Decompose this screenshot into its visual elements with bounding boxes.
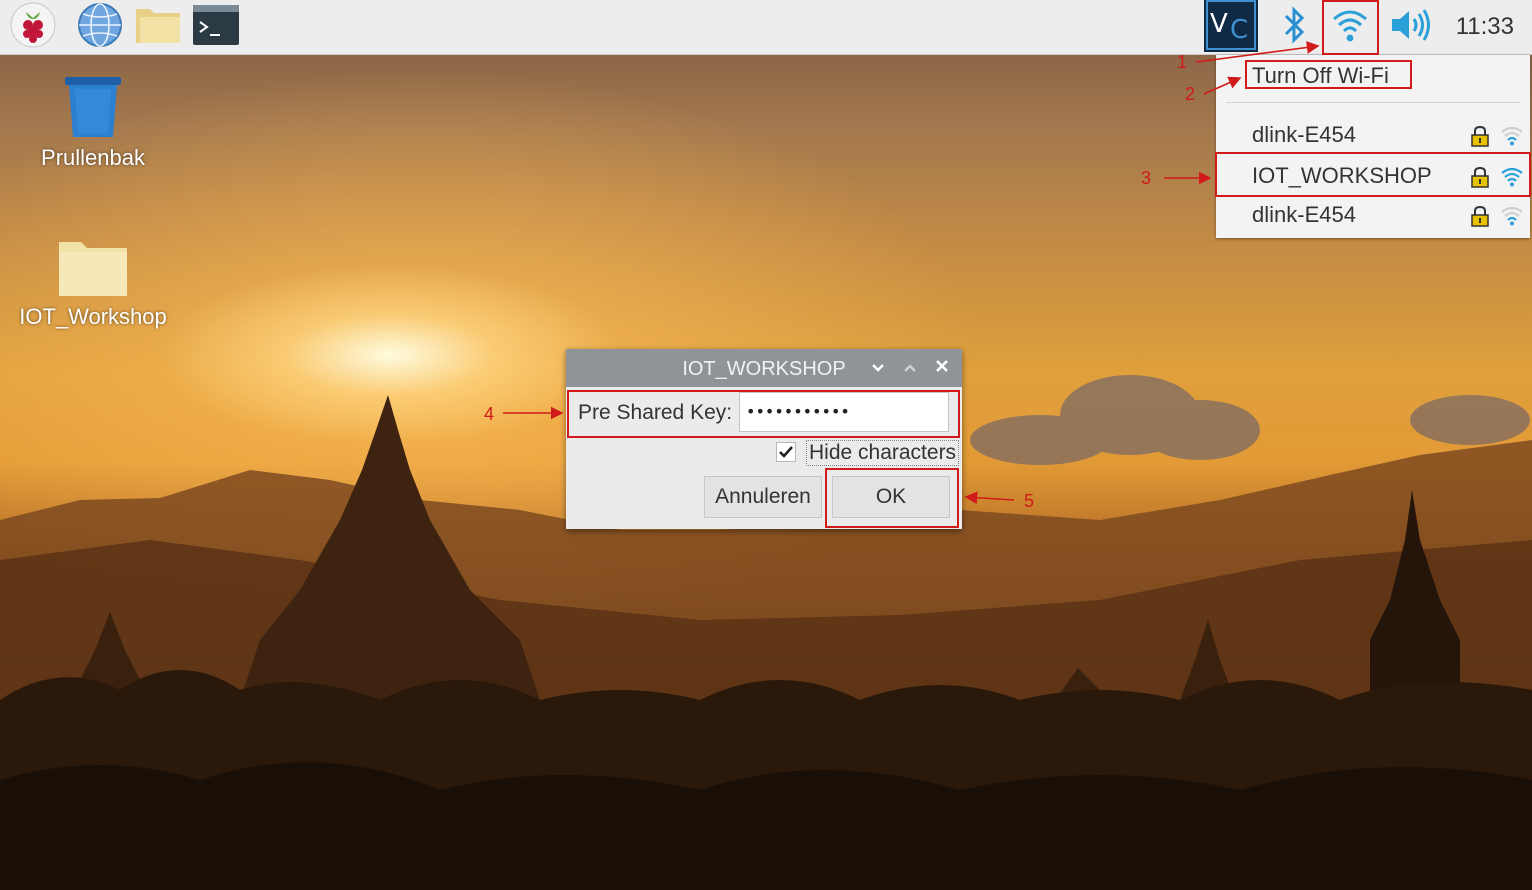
- network-item-dlink-2[interactable]: dlink-E454: [1216, 195, 1530, 233]
- vnc-icon: V C: [1204, 0, 1258, 57]
- web-browser-button[interactable]: [75, 2, 125, 53]
- maximize-chevron-icon[interactable]: [900, 358, 920, 378]
- annotation-box-wifi-tray: [1322, 0, 1379, 55]
- cancel-button[interactable]: Annuleren: [704, 476, 822, 518]
- svg-text:C: C: [1230, 15, 1248, 45]
- annotation-box-ok: [825, 468, 959, 528]
- lock-icon: [1470, 205, 1490, 232]
- panel-clock[interactable]: 11:33: [1456, 13, 1514, 41]
- volume-icon: [1389, 7, 1433, 48]
- vnc-button[interactable]: V C: [1204, 0, 1258, 54]
- folder-icon: [57, 236, 129, 298]
- bluetooth-button[interactable]: [1270, 3, 1320, 51]
- trash-icon: [61, 75, 125, 139]
- file-manager-button[interactable]: [133, 3, 183, 51]
- bluetooth-icon: [1282, 5, 1308, 50]
- hide-characters-checkbox[interactable]: [776, 442, 796, 462]
- svg-text:V: V: [1210, 9, 1228, 39]
- dialog-titlebar[interactable]: IOT_WORKSHOP: [566, 349, 962, 387]
- close-icon[interactable]: [932, 358, 952, 378]
- lock-icon: [1470, 125, 1490, 152]
- volume-button[interactable]: [1386, 3, 1436, 51]
- annotation-number: 5: [1024, 491, 1035, 511]
- raspberry-menu-icon: [10, 2, 56, 53]
- weak-signal-icon: [1500, 204, 1524, 231]
- desktop-icon-folder[interactable]: IOT_Workshop: [3, 236, 183, 330]
- desktop-icon-trash[interactable]: Prullenbak: [3, 75, 183, 171]
- terminal-icon: [192, 4, 240, 51]
- annotation-number: 3: [1141, 168, 1152, 188]
- annotation-box-turn-off: [1245, 60, 1412, 89]
- annotation-number: 1: [1177, 52, 1188, 72]
- annotation-number: 4: [484, 404, 495, 424]
- desktop-icon-label: Prullenbak: [41, 145, 145, 170]
- hide-characters-label[interactable]: Hide characters: [806, 440, 960, 466]
- annotation-number: 2: [1185, 84, 1196, 104]
- network-ssid: dlink-E454: [1252, 202, 1356, 227]
- network-item-dlink-1[interactable]: dlink-E454: [1216, 115, 1530, 153]
- web-browser-icon: [77, 2, 123, 53]
- menu-separator: [1226, 102, 1520, 103]
- raspberry-menu-button[interactable]: [8, 2, 58, 53]
- top-panel: V C 11:33: [0, 0, 1532, 55]
- terminal-button[interactable]: [191, 3, 241, 51]
- minimize-chevron-icon[interactable]: [868, 358, 888, 378]
- annotation-box-network: [1215, 152, 1531, 197]
- file-manager-icon: [134, 5, 182, 50]
- annotation-box-psk: [567, 390, 960, 438]
- network-ssid: dlink-E454: [1252, 122, 1356, 147]
- weak-signal-icon: [1500, 124, 1524, 151]
- checkmark-icon: [779, 446, 793, 458]
- desktop-icon-label: IOT_Workshop: [19, 304, 167, 329]
